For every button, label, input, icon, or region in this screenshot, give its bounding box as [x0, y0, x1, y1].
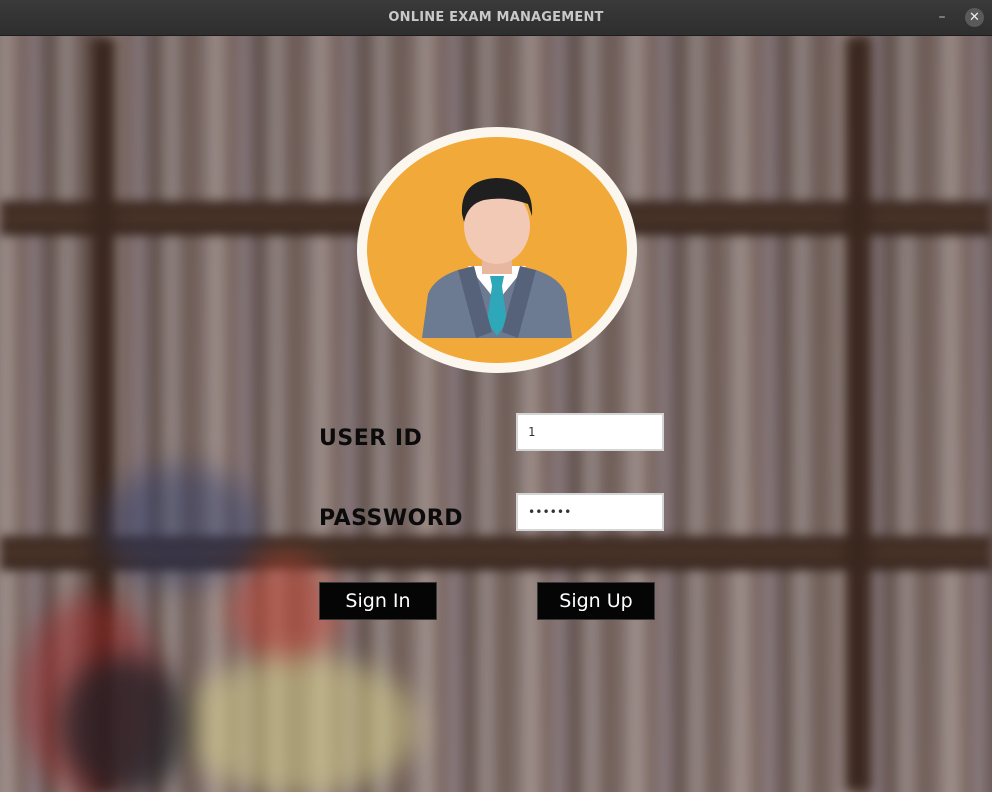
background-blob [60, 656, 190, 792]
user-id-input[interactable] [516, 413, 664, 451]
login-panel: USER ID PASSWORD Sign In Sign Up [0, 36, 992, 792]
window-title: ONLINE EXAM MANAGEMENT [388, 10, 604, 25]
background-blob [180, 656, 420, 792]
sign-up-button[interactable]: Sign Up [537, 582, 655, 620]
background-post [845, 36, 871, 792]
app-window: ONLINE EXAM MANAGEMENT – ✕ USER ID 1 PAS… [0, 0, 992, 792]
sign-in-button[interactable]: Sign In [319, 582, 437, 620]
close-button[interactable]: ✕ [965, 8, 984, 27]
title-bar[interactable]: ONLINE EXAM MANAGEMENT – ✕ [0, 0, 992, 36]
minimize-button[interactable]: – [934, 9, 950, 25]
user-avatar-icon [357, 127, 637, 373]
password-input[interactable] [516, 493, 664, 531]
password-label: PASSWORD [319, 506, 464, 531]
background-blob [100, 466, 260, 586]
user-id-label: USER ID [319, 426, 423, 451]
